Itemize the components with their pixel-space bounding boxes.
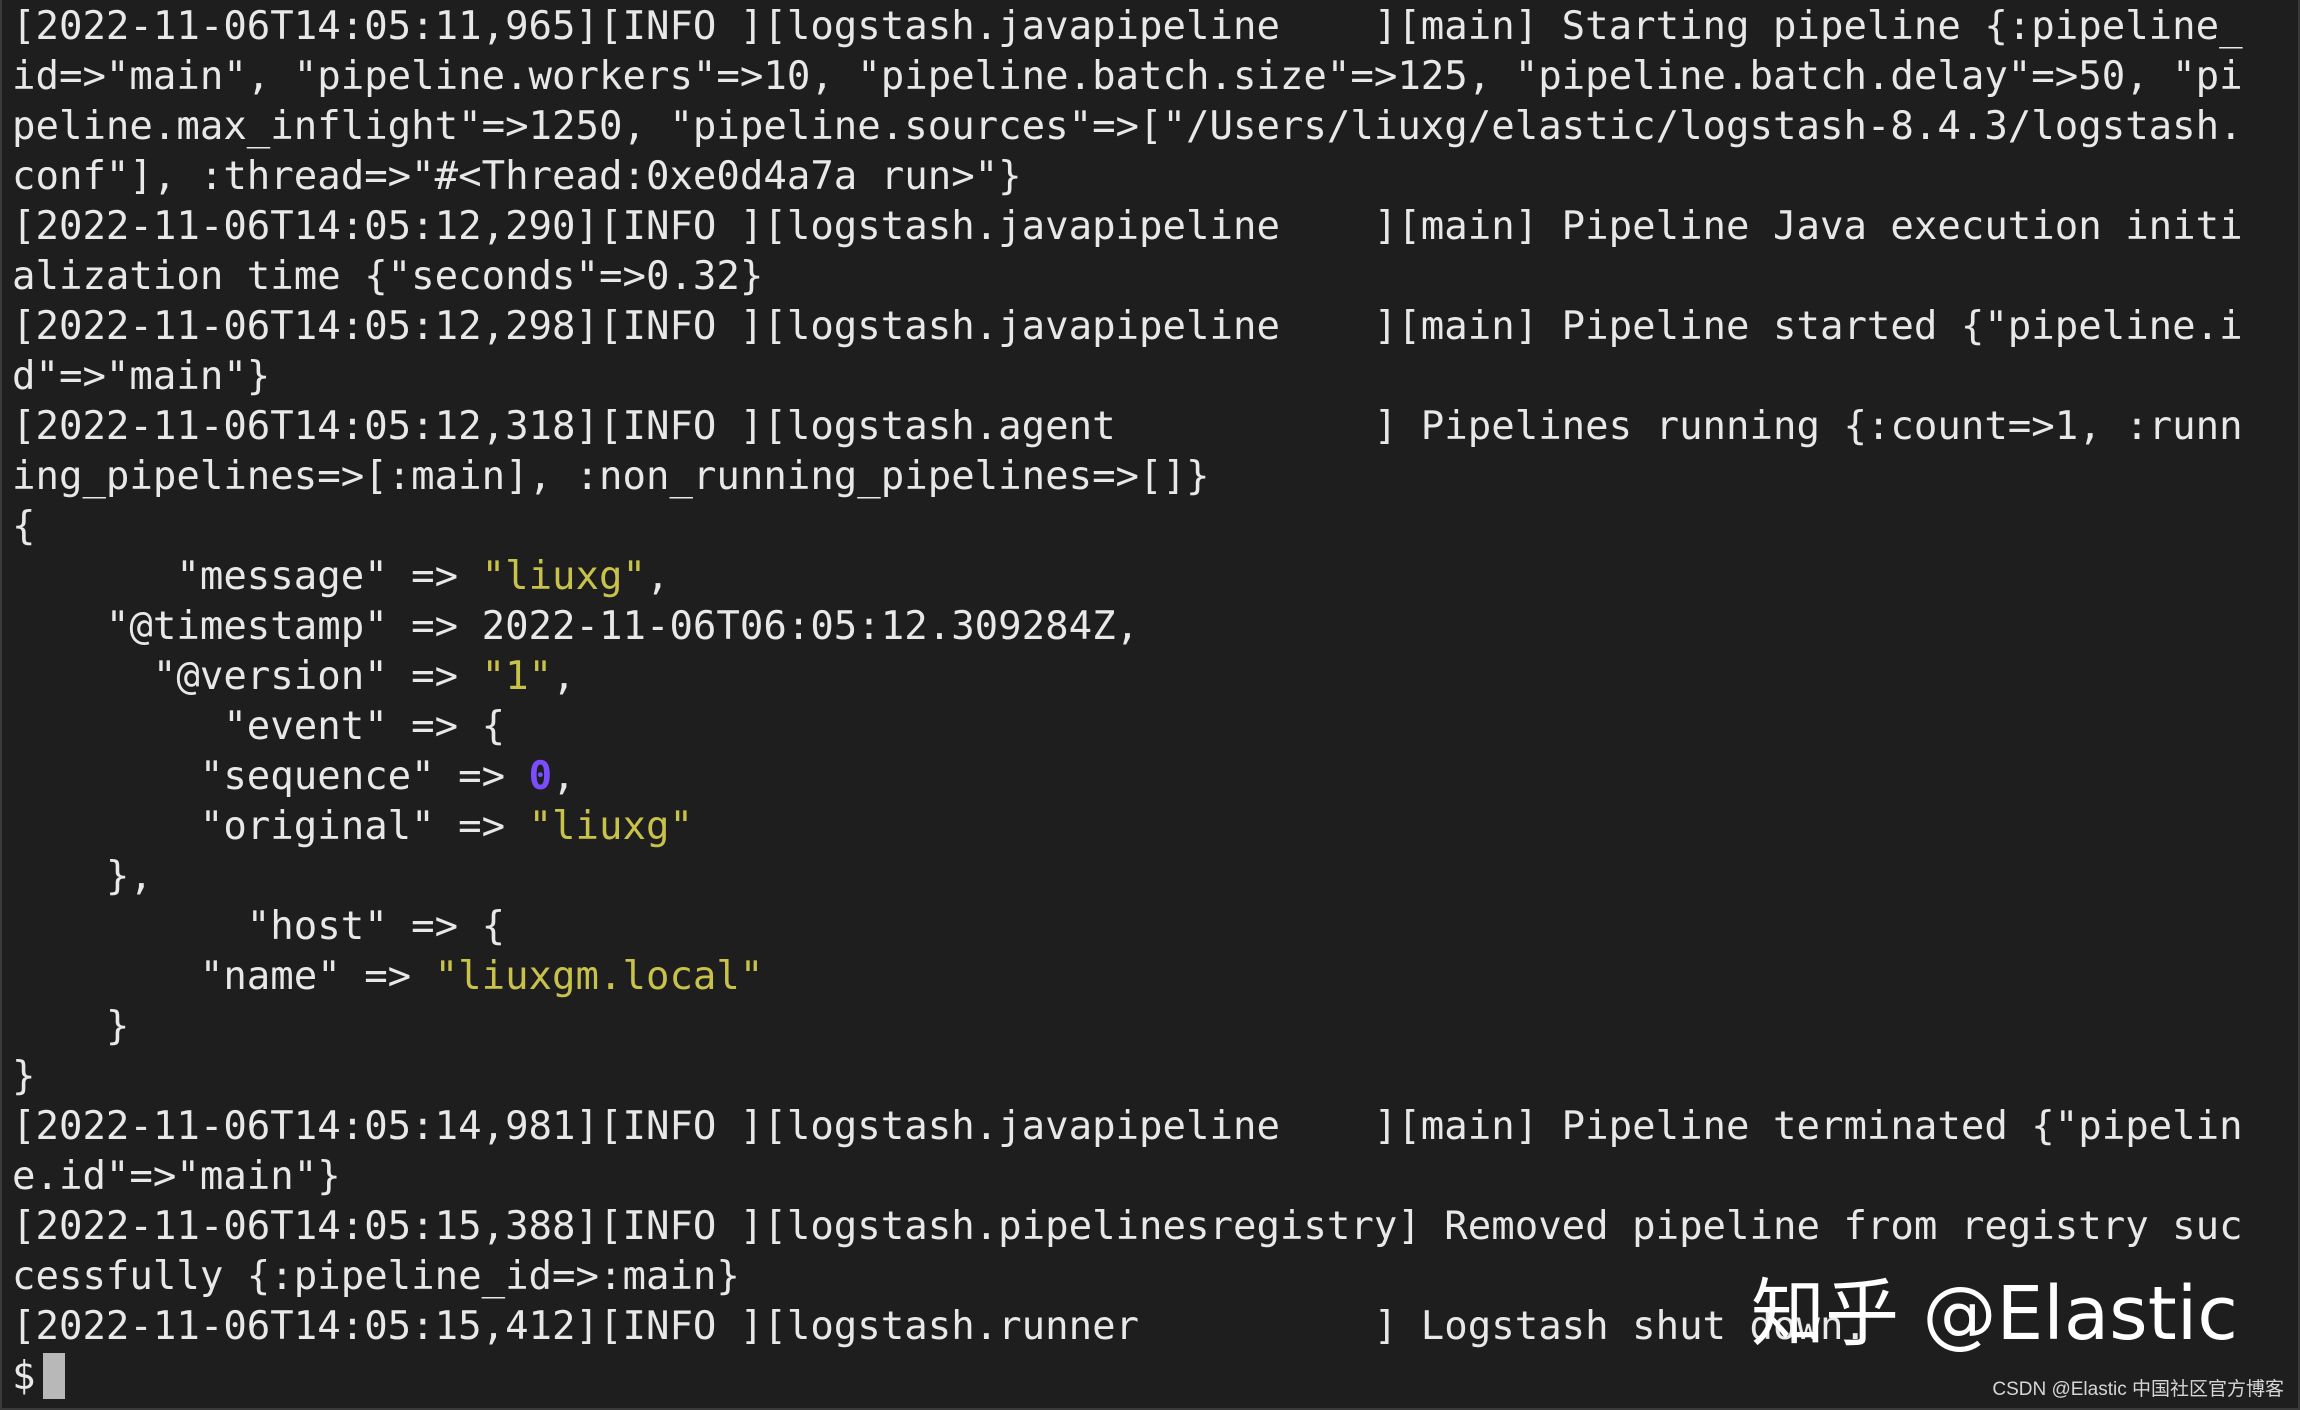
event-event-open: "event" => { (12, 704, 506, 749)
event-host-close: } (12, 1004, 130, 1049)
message-key: "message" => (12, 554, 482, 599)
message-value: "liuxg" (481, 554, 646, 599)
sequence-tail: , (552, 754, 576, 799)
version-value: "1" (481, 654, 553, 699)
log-line: id=>"main", "pipeline.workers"=>10, "pip… (12, 54, 2243, 99)
log-line: alization time {"seconds"=>0.32} (12, 254, 764, 299)
cursor-block (43, 1353, 66, 1399)
message-tail: , (645, 554, 670, 599)
original-key: "original" => (12, 804, 529, 849)
event-open-brace: { (12, 504, 36, 549)
name-key: "name" => (12, 954, 435, 999)
event-close-brace: } (12, 1054, 36, 1099)
event-original-line: "original" => "liuxg" (12, 802, 2298, 852)
event-message-line: "message" => "liuxg", (12, 552, 2298, 602)
log-line: conf"], :thread=>"#<Thread:0xe0d4a7a run… (12, 154, 1022, 199)
zhihu-watermark: 知乎 @Elastic (1751, 1271, 2238, 1357)
csdn-credit: CSDN @Elastic 中国社区官方博客 (1992, 1379, 2284, 1400)
log-line: [2022-11-06T14:05:14,981][INFO ][logstas… (12, 1104, 2243, 1149)
version-key: "@version" => (12, 654, 482, 699)
log-line: [2022-11-06T14:05:12,318][INFO ][logstas… (12, 404, 2243, 449)
sequence-key: "sequence" => (12, 754, 529, 799)
event-version-line: "@version" => "1", (12, 652, 2298, 702)
log-line: [2022-11-06T14:05:15,388][INFO ][logstas… (12, 1204, 2243, 1249)
event-timestamp-line: "@timestamp" => 2022-11-06T06:05:12.3092… (12, 604, 1140, 649)
log-line: peline.max_inflight"=>1250, "pipeline.so… (12, 104, 2243, 149)
log-line: e.id"=>"main"} (12, 1154, 341, 1199)
prompt-symbol: $ (12, 1354, 36, 1399)
sequence-value: 0 (528, 754, 553, 799)
log-line: d"=>"main"} (12, 354, 271, 399)
event-host-open: "host" => { (12, 904, 506, 949)
prompt-line[interactable]: $ (12, 1352, 2298, 1402)
log-line: ing_pipelines=>[:main], :non_running_pip… (12, 454, 1210, 499)
original-value: "liuxg" (528, 804, 693, 849)
terminal-window[interactable]: [2022-11-06T14:05:11,965][INFO ][logstas… (0, 0, 2300, 1410)
log-line: [2022-11-06T14:05:12,298][INFO ][logstas… (12, 304, 2243, 349)
version-tail: , (552, 654, 576, 699)
event-sequence-line: "sequence" => 0, (12, 752, 2298, 802)
log-line: [2022-11-06T14:05:12,290][INFO ][logstas… (12, 204, 2243, 249)
event-event-close: }, (12, 854, 153, 899)
event-name-line: "name" => "liuxgm.local" (12, 952, 2298, 1002)
name-value: "liuxgm.local" (434, 954, 764, 999)
log-line: [2022-11-06T14:05:11,965][INFO ][logstas… (12, 4, 2243, 49)
